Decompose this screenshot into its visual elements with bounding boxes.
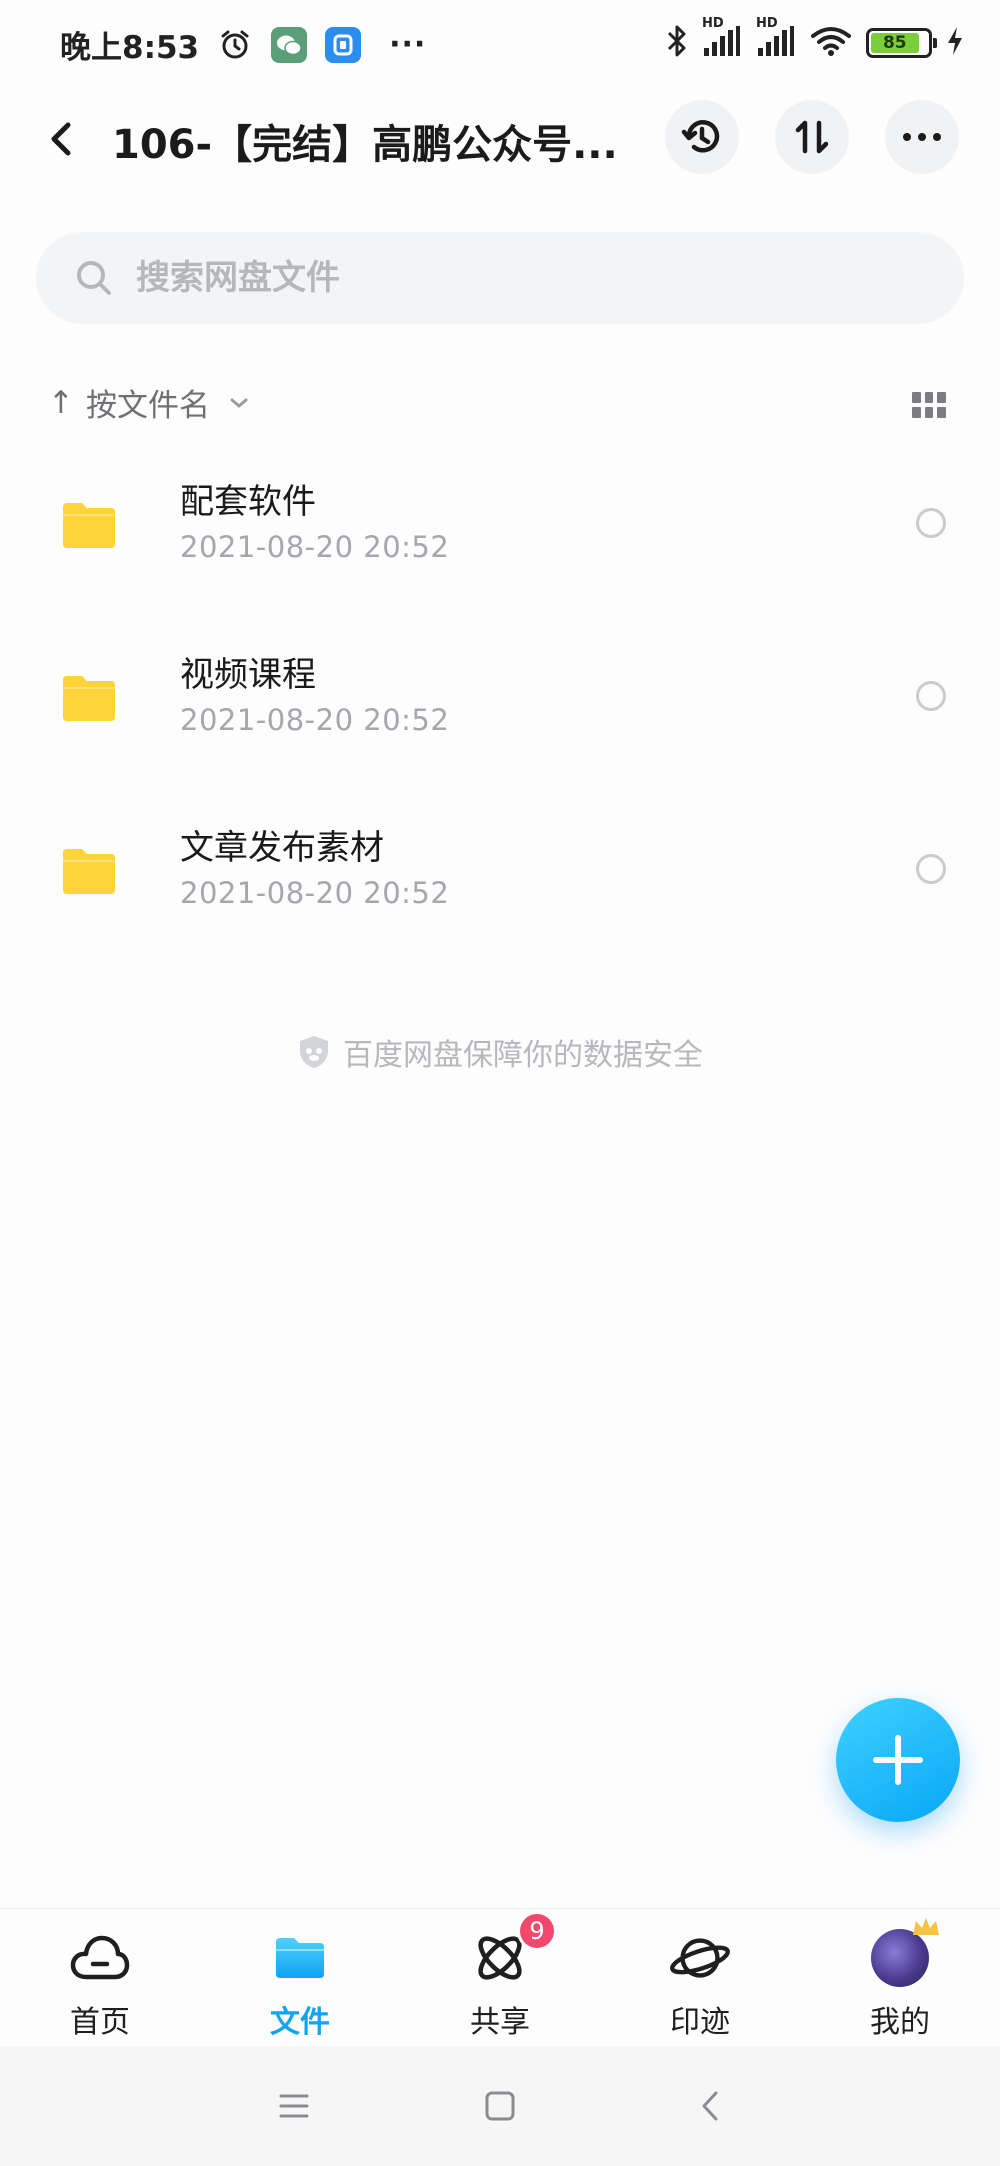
file-name: 视频课程 [180,655,316,695]
tab-files-label: 文件 [270,2005,330,2040]
tab-home[interactable]: 首页 [30,1927,170,2041]
transfer-icon [795,120,829,154]
tab-share-label: 共享 [470,2005,530,2040]
system-nav-bar [0,2046,1000,2166]
home-nav-button[interactable] [480,2086,520,2126]
select-checkbox[interactable] [916,681,946,711]
search-bar[interactable] [36,232,964,324]
file-date: 2021-08-20 20:52 [180,703,450,737]
tab-home-label: 首页 [70,2005,130,2040]
alarm-icon [217,27,253,63]
folder-icon [63,503,115,548]
avatar [869,1918,939,1989]
tab-profile-label: 我的 [870,2005,930,2040]
tab-files[interactable]: 文件 [230,1927,370,2041]
folder-icon [269,1927,331,1989]
select-checkbox[interactable] [916,508,946,538]
select-checkbox[interactable] [916,854,946,884]
folder-icon [63,849,115,894]
back-button[interactable] [36,114,86,164]
status-bar: 晚上8:53 ··· HD HD 85 [0,0,1000,90]
add-button[interactable] [836,1698,960,1822]
square-icon [485,2091,515,2121]
more-button[interactable] [885,100,959,174]
file-date: 2021-08-20 20:52 [180,876,450,910]
tab-moments-label: 印迹 [670,2005,730,2040]
search-icon [77,261,111,295]
avatar-image [871,1918,939,1987]
bluetooth-icon [666,24,688,62]
menu-icon [279,2094,309,2118]
bottom-tab-bar: 首页 文件 9 共享 印迹 我的 [0,1908,1000,2044]
crown-icon [913,1918,939,1935]
menu-nav-button[interactable] [274,2086,314,2126]
file-row[interactable]: 文章发布素材 2021-08-20 20:52 [0,798,1000,970]
tab-share[interactable]: 9 共享 [430,1911,570,2041]
signal-icon: HD [756,16,796,62]
tab-profile[interactable]: 我的 [830,1918,970,2041]
signal-icon: HD [702,16,742,62]
history-button[interactable] [665,100,739,174]
chevron-left-icon [51,122,71,156]
sort-control[interactable]: ↑ 按文件名 [48,380,250,425]
cloud-home-icon [69,1927,131,1989]
hd-label: HD [702,16,724,31]
status-right: HD HD 85 [666,16,964,62]
more-dots-icon [903,133,941,141]
share-badge: 9 [517,1911,557,1951]
tab-moments[interactable]: 印迹 [630,1927,770,2041]
status-more-dots: ··· [389,27,427,62]
grid-view-icon[interactable] [912,392,946,418]
battery-indicator: 85 [866,28,937,58]
page-title: 106-【完结】高鹏公众号... [112,122,618,168]
security-note-text: 百度网盘保障你的数据安全 [343,1038,703,1073]
file-row[interactable]: 视频课程 2021-08-20 20:52 [0,625,1000,797]
transfer-button[interactable] [775,100,849,174]
back-arrow-icon [702,2091,718,2121]
wechat-icon [271,26,308,63]
status-time: 晚上8:53 [60,30,200,66]
history-icon [681,120,720,153]
folder-icon [63,676,115,721]
wifi-icon [810,24,852,62]
status-left: 晚上8:53 ··· [60,22,426,67]
security-note: 百度网盘保障你的数据安全 [0,1030,1000,1074]
file-name: 配套软件 [180,482,316,522]
sort-arrow-icon: ↑ [48,384,74,421]
app-notification-icon [325,26,362,63]
search-input[interactable] [136,258,896,298]
header: 106-【完结】高鹏公众号... [0,98,1000,180]
hd-label: HD [756,16,778,31]
shield-panda-icon [300,1036,328,1068]
battery-level: 85 [871,33,919,53]
file-date: 2021-08-20 20:52 [180,530,450,564]
file-name: 文章发布素材 [180,828,384,868]
charging-icon [946,26,964,60]
chevron-down-icon [230,398,248,407]
orbit-share-icon: 9 [469,1911,557,1989]
plus-icon [873,1735,923,1785]
sort-label: 按文件名 [85,388,210,424]
planet-icon [669,1927,731,1989]
back-nav-button[interactable] [690,2086,730,2126]
file-row[interactable]: 配套软件 2021-08-20 20:52 [0,452,1000,624]
